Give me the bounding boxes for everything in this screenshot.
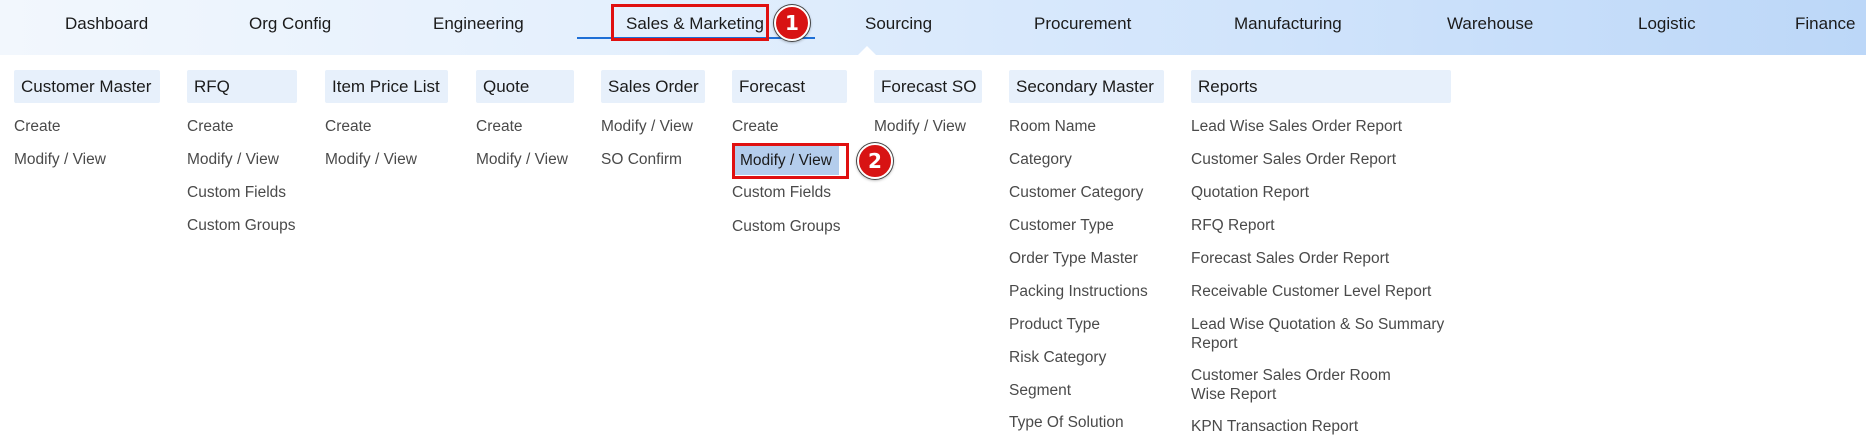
menu-item-rfq-create[interactable]: Create	[187, 117, 234, 136]
column-header-customer-master: Customer Master	[14, 70, 160, 103]
menu-item-customer-master-create[interactable]: Create	[14, 117, 61, 136]
column-header-rfq: RFQ	[187, 70, 297, 103]
menu-item-sales-order-modify-view[interactable]: Modify / View	[601, 117, 693, 136]
column-header-forecast: Forecast	[732, 70, 847, 103]
menu-item-forecast-sales-order-report[interactable]: Forecast Sales Order Report	[1191, 249, 1389, 268]
menu-item-forecast-custom-fields[interactable]: Custom Fields	[732, 183, 831, 202]
menu-item-receivable-customer-level-report[interactable]: Receivable Customer Level Report	[1191, 282, 1431, 301]
menu-item-customer-master-modify-view[interactable]: Modify / View	[14, 150, 106, 169]
menu-item-order-type-master[interactable]: Order Type Master	[1009, 249, 1138, 268]
menu-item-forecast-custom-groups[interactable]: Custom Groups	[732, 217, 841, 236]
menu-column-customer-master: Customer Master Create Modify / View	[14, 70, 160, 168]
menu-column-secondary-master: Secondary Master Room Name Category Cust…	[1009, 70, 1164, 432]
nav-item-dashboard[interactable]: Dashboard	[65, 0, 148, 47]
nav-item-sourcing[interactable]: Sourcing	[865, 0, 932, 47]
menu-item-customer-sales-order-room-wise-report[interactable]: Customer Sales Order Room Wise Report	[1191, 366, 1421, 404]
menu-item-rfq-custom-groups[interactable]: Custom Groups	[187, 216, 296, 235]
menu-item-quotation-report[interactable]: Quotation Report	[1191, 183, 1309, 202]
column-header-forecast-so: Forecast SO	[874, 70, 982, 103]
menu-item-lead-wise-sales-order-report[interactable]: Lead Wise Sales Order Report	[1191, 117, 1402, 136]
menu-item-so-confirm[interactable]: SO Confirm	[601, 150, 682, 169]
step-badge-1: 1	[774, 5, 810, 41]
dropdown-caret-icon	[858, 46, 876, 55]
menu-item-price-list-create[interactable]: Create	[325, 117, 372, 136]
menu-item-segment[interactable]: Segment	[1009, 381, 1071, 400]
menu-column-item-price-list: Item Price List Create Modify / View	[325, 70, 448, 168]
menu-item-packing-instructions[interactable]: Packing Instructions	[1009, 282, 1148, 301]
menu-item-rfq-report[interactable]: RFQ Report	[1191, 216, 1275, 235]
menu-item-rfq-custom-fields[interactable]: Custom Fields	[187, 183, 286, 202]
menu-item-kpn-transaction-report[interactable]: KPN Transaction Report	[1191, 417, 1358, 436]
column-header-item-price-list: Item Price List	[325, 70, 448, 103]
menu-item-quote-create[interactable]: Create	[476, 117, 523, 136]
menu-item-risk-category[interactable]: Risk Category	[1009, 348, 1106, 367]
menu-item-quote-modify-view[interactable]: Modify / View	[476, 150, 568, 169]
menu-item-lead-wise-quotation-so-summary-report[interactable]: Lead Wise Quotation & So Summary Report	[1191, 315, 1456, 353]
nav-item-procurement[interactable]: Procurement	[1034, 0, 1131, 47]
active-nav-underline	[577, 37, 815, 39]
menu-item-customer-sales-order-report[interactable]: Customer Sales Order Report	[1191, 150, 1396, 169]
nav-item-manufacturing[interactable]: Manufacturing	[1234, 0, 1342, 47]
menu-column-sales-order: Sales Order Modify / View SO Confirm	[601, 70, 705, 168]
menu-item-customer-category[interactable]: Customer Category	[1009, 183, 1143, 202]
nav-item-engineering[interactable]: Engineering	[433, 0, 524, 47]
step-badge-2: 2	[857, 143, 893, 179]
nav-item-logistic[interactable]: Logistic	[1638, 0, 1696, 47]
menu-item-category[interactable]: Category	[1009, 150, 1072, 169]
nav-item-warehouse[interactable]: Warehouse	[1447, 0, 1533, 47]
menu-column-reports: Reports Lead Wise Sales Order Report Cus…	[1191, 70, 1451, 440]
menu-item-forecast-create[interactable]: Create	[732, 117, 779, 136]
menu-item-type-of-solution[interactable]: Type Of Solution	[1009, 413, 1124, 432]
menu-item-product-type[interactable]: Product Type	[1009, 315, 1100, 334]
menu-item-customer-type[interactable]: Customer Type	[1009, 216, 1114, 235]
nav-item-finance[interactable]: Finance	[1795, 0, 1855, 47]
menu-column-forecast: Forecast Create Modify / View Custom Fie…	[732, 70, 847, 235]
nav-item-sales-marketing[interactable]: Sales & Marketing	[626, 0, 764, 47]
menu-column-rfq: RFQ Create Modify / View Custom Fields C…	[187, 70, 297, 235]
column-header-reports: Reports	[1191, 70, 1451, 103]
menu-item-price-list-modify-view[interactable]: Modify / View	[325, 150, 417, 169]
menu-column-forecast-so: Forecast SO Modify / View	[874, 70, 982, 135]
column-header-sales-order: Sales Order	[601, 70, 705, 103]
menu-column-quote: Quote Create Modify / View	[476, 70, 574, 168]
top-navigation-bar: Dashboard Org Config Engineering Sales &…	[0, 0, 1866, 55]
menu-item-forecast-so-modify-view[interactable]: Modify / View	[874, 117, 966, 136]
nav-item-org-config[interactable]: Org Config	[249, 0, 331, 47]
column-header-secondary-master: Secondary Master	[1009, 70, 1164, 103]
menu-item-room-name[interactable]: Room Name	[1009, 117, 1096, 136]
menu-item-forecast-modify-view[interactable]: Modify / View	[733, 146, 839, 175]
column-header-quote: Quote	[476, 70, 574, 103]
menu-item-rfq-modify-view[interactable]: Modify / View	[187, 150, 279, 169]
